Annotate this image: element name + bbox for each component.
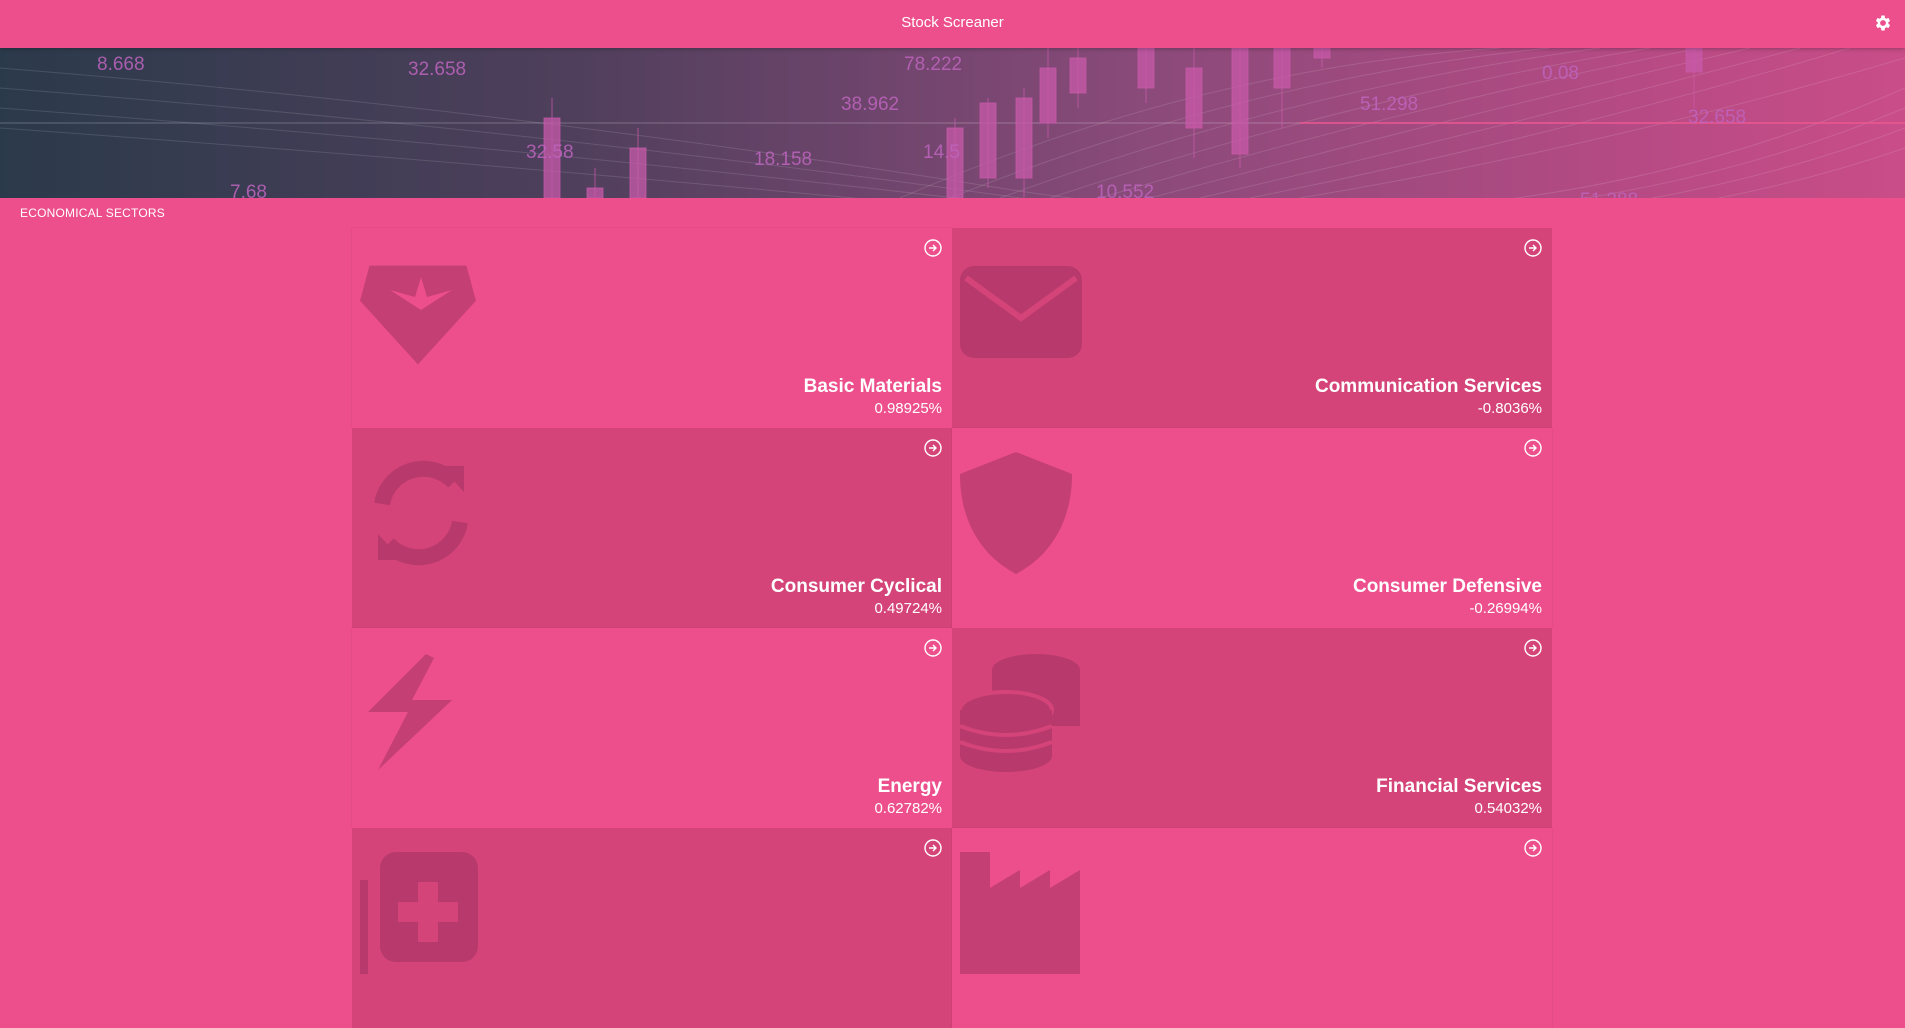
- bolt-icon: [368, 654, 452, 770]
- sector-card-energy[interactable]: Energy 0.62782%: [352, 628, 952, 828]
- banner-number: 8.668: [97, 54, 145, 75]
- arrow-circle-right-icon[interactable]: [1523, 438, 1543, 458]
- factory-icon: [960, 852, 1080, 974]
- sector-card-consumer-defensive[interactable]: Consumer Defensive -0.26994%: [952, 428, 1552, 628]
- banner-number: 14.5: [923, 142, 960, 163]
- sector-change: -0.8036%: [1477, 400, 1542, 417]
- sector-change: 0.54032%: [1474, 800, 1542, 817]
- arrow-circle-right-icon[interactable]: [1523, 838, 1543, 858]
- sector-name: Consumer Cyclical: [770, 576, 942, 597]
- banner-number: 0.08: [1542, 63, 1579, 84]
- arrow-circle-right-icon[interactable]: [923, 638, 943, 658]
- banner-number: 32.658: [408, 59, 466, 80]
- banner-number: 7.68: [230, 182, 267, 198]
- gem-icon: [360, 265, 476, 365]
- sector-name: Consumer Defensive: [1352, 576, 1542, 597]
- coins-icon: [960, 654, 1080, 772]
- sector-change: 0.49724%: [874, 600, 942, 617]
- shield-icon: [960, 452, 1072, 574]
- sector-name: Financial Services: [1376, 776, 1542, 797]
- sector-grid: Basic Materials 0.98925% Communication S…: [352, 228, 1552, 1028]
- sector-change: -0.26994%: [1469, 600, 1542, 617]
- banner-number: 10.552: [1096, 182, 1154, 198]
- banner-number: 18.158: [754, 149, 812, 170]
- sector-change: 0.62782%: [874, 800, 942, 817]
- arrow-circle-right-icon[interactable]: [1523, 638, 1543, 658]
- top-bar: Stock Screaner: [0, 0, 1905, 48]
- app-title: Stock Screaner: [901, 14, 1004, 31]
- market-banner: 8.668 32.658 78.222 38.962 32.58 18.158 …: [0, 48, 1905, 198]
- candlestick-background: 8.668 32.658 78.222 38.962 32.58 18.158 …: [0, 48, 1905, 198]
- sector-card-communication-services[interactable]: Communication Services -0.8036%: [952, 228, 1552, 428]
- gear-icon[interactable]: [1873, 13, 1893, 33]
- sector-name: Communication Services: [1314, 376, 1542, 397]
- arrow-circle-right-icon[interactable]: [923, 838, 943, 858]
- section-title: ECONOMICAL SECTORS: [20, 206, 165, 220]
- sector-name: Basic Materials: [803, 376, 942, 397]
- sector-card-basic-materials[interactable]: Basic Materials 0.98925%: [352, 228, 952, 428]
- envelope-icon: [960, 266, 1082, 358]
- sector-change: 0.98925%: [874, 400, 942, 417]
- sector-name: Energy: [877, 776, 942, 797]
- banner-number: 78.222: [904, 54, 962, 75]
- sync-icon: [374, 460, 468, 566]
- arrow-circle-right-icon[interactable]: [923, 438, 943, 458]
- sector-card-financial-services[interactable]: Financial Services 0.54032%: [952, 628, 1552, 828]
- banner-number: 32.58: [526, 142, 574, 163]
- banner-number: 38.962: [841, 94, 899, 115]
- banner-number: 32.658: [1688, 107, 1746, 128]
- sector-card-healthcare[interactable]: [352, 828, 952, 1028]
- arrow-circle-right-icon[interactable]: [1523, 238, 1543, 258]
- medical-icon: [360, 852, 478, 974]
- sector-card-industrials[interactable]: [952, 828, 1552, 1028]
- sector-card-consumer-cyclical[interactable]: Consumer Cyclical 0.49724%: [352, 428, 952, 628]
- banner-number: 51.288: [1580, 190, 1638, 198]
- arrow-circle-right-icon[interactable]: [923, 238, 943, 258]
- banner-number: 51.298: [1360, 94, 1418, 115]
